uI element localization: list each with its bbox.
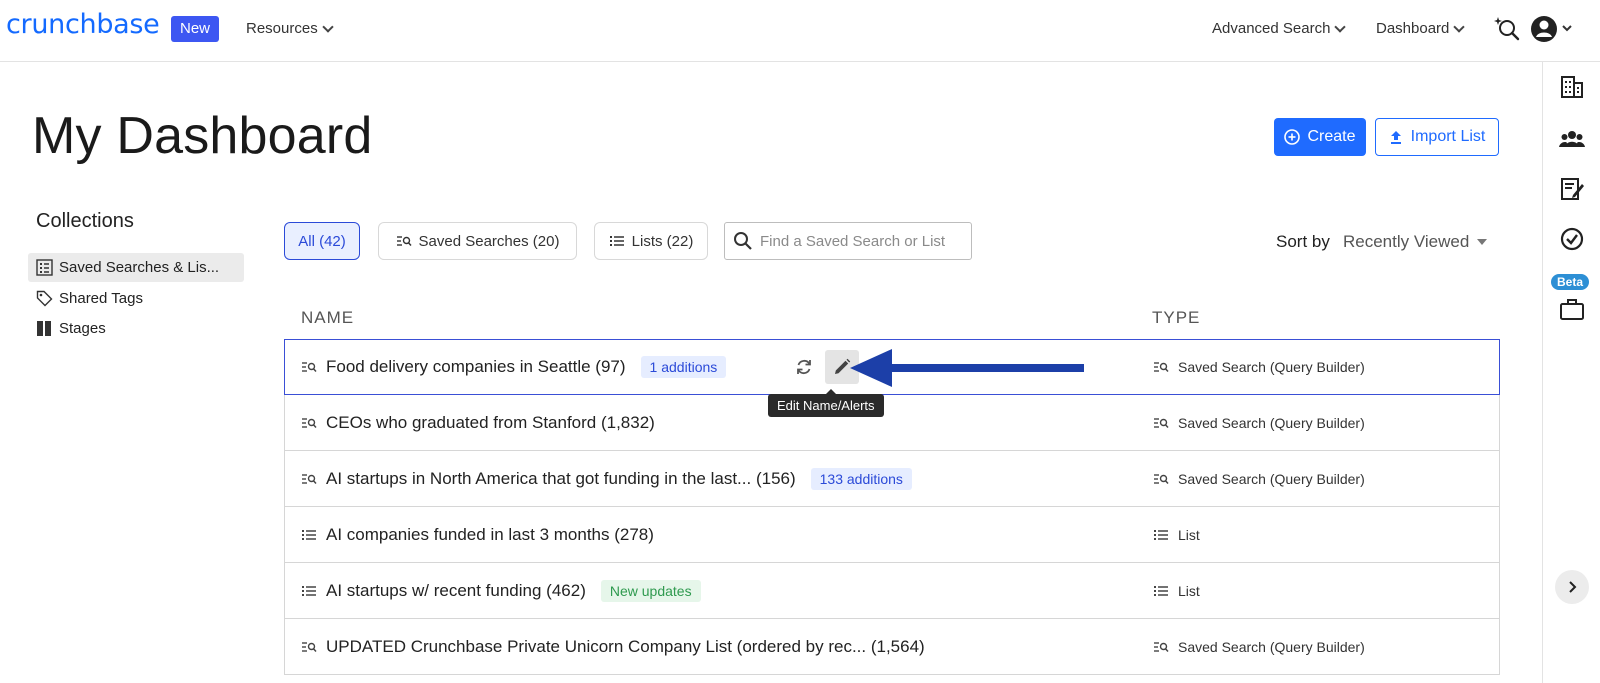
saved-search-icon [396, 236, 412, 247]
find-saved-search-input[interactable] [760, 232, 960, 250]
refresh-button[interactable] [787, 350, 821, 384]
chevron-down-icon [322, 20, 334, 33]
saved-search-icon [302, 417, 317, 428]
sort-by-label: Sort by [1276, 232, 1330, 251]
column-header-name[interactable]: NAME [301, 308, 354, 328]
list-box-icon [36, 259, 53, 276]
search-icon [734, 232, 752, 250]
additions-badge: 133 additions [810, 467, 912, 490]
briefcase-icon[interactable] [1559, 296, 1585, 322]
ai-search-icon[interactable] [1492, 14, 1520, 47]
saved-search-icon [1154, 641, 1169, 652]
resources-label: Resources [246, 20, 318, 37]
table-row[interactable]: AI startups w/ recent funding (462) New … [284, 563, 1500, 619]
list-icon [609, 236, 624, 246]
table-row[interactable]: AI startups in North America that got fu… [284, 451, 1500, 507]
collection-label: Stages [59, 320, 106, 337]
filter-all-label: All (42) [298, 232, 346, 250]
chevron-down-icon [1334, 20, 1347, 33]
building-icon[interactable] [1559, 74, 1585, 100]
top-navigation-bar: crunchbase New Resources Advanced Search… [0, 0, 1600, 62]
collections-title: Collections [36, 210, 134, 232]
beta-badge: Beta [1551, 274, 1590, 290]
edit-name-alerts-tooltip: Edit Name/Alerts [768, 389, 884, 417]
additions-badge: 1 additions [640, 356, 727, 378]
collection-label: Shared Tags [59, 290, 143, 307]
table-row[interactable]: CEOs who graduated from Stanford (1,832)… [284, 395, 1500, 451]
filter-lists-chip[interactable]: Lists (22) [594, 222, 708, 260]
filter-lists-label: Lists (22) [631, 232, 694, 250]
dashboard-menu[interactable]: Dashboard [1376, 20, 1466, 37]
filter-all-chip[interactable]: All (42) [284, 222, 360, 260]
row-type-label: List [1178, 526, 1200, 543]
collection-stages[interactable]: Stages [28, 314, 244, 343]
saved-search-icon [1154, 362, 1169, 373]
advanced-search-menu[interactable]: Advanced Search [1212, 20, 1347, 37]
table-row[interactable]: AI companies funded in last 3 months (27… [284, 507, 1500, 563]
import-list-label: Import List [1410, 128, 1486, 145]
row-type-label: Saved Search (Query Builder) [1178, 414, 1365, 431]
row-name-link[interactable]: AI companies funded in last 3 months (27… [326, 525, 654, 545]
table-row[interactable]: UPDATED Crunchbase Private Unicorn Compa… [284, 619, 1500, 675]
import-list-button[interactable]: Import List [1375, 118, 1499, 156]
saved-search-icon [1154, 417, 1169, 428]
filter-saved-searches-chip[interactable]: Saved Searches (20) [378, 222, 577, 260]
chevron-right-icon [1569, 581, 1577, 593]
caret-down-icon [1477, 239, 1488, 245]
expand-rail-button[interactable] [1555, 570, 1589, 604]
row-name-link[interactable]: AI startups in North America that got fu… [326, 469, 796, 489]
resources-menu[interactable]: Resources [246, 20, 334, 37]
row-type-label: Saved Search (Query Builder) [1178, 638, 1365, 655]
column-header-type[interactable]: TYPE [1152, 308, 1200, 328]
find-saved-search-field[interactable] [724, 222, 972, 260]
list-icon [1154, 529, 1168, 540]
row-name-link[interactable]: Food delivery companies in Seattle (97) [326, 357, 626, 377]
sort-value: Recently Viewed [1343, 232, 1470, 251]
list-icon [1154, 585, 1168, 596]
right-side-rail: Beta [1542, 62, 1600, 683]
list-icon [302, 585, 316, 596]
row-name-link[interactable]: AI startups w/ recent funding (462) [326, 581, 586, 601]
notes-edit-icon[interactable] [1559, 176, 1585, 202]
saved-search-icon [302, 362, 317, 373]
people-icon[interactable] [1559, 126, 1585, 152]
row-type-label: Saved Search (Query Builder) [1178, 470, 1365, 487]
crunchbase-logo[interactable]: crunchbase [6, 9, 160, 40]
new-badge[interactable]: New [171, 16, 220, 42]
user-account-menu[interactable] [1530, 14, 1576, 49]
upload-icon [1390, 131, 1401, 144]
filter-saved-searches-label: Saved Searches (20) [418, 232, 560, 250]
annotation-arrow-icon [850, 349, 1084, 387]
plus-circle-icon [1284, 129, 1301, 145]
check-circle-icon[interactable] [1559, 226, 1585, 252]
row-type-label: List [1178, 582, 1200, 599]
create-button[interactable]: Create [1274, 118, 1366, 156]
refresh-icon [797, 359, 811, 375]
create-label: Create [1307, 128, 1356, 145]
page-title: My Dashboard [32, 107, 373, 165]
chevron-down-icon [1453, 20, 1466, 33]
saved-search-icon [302, 473, 317, 484]
advanced-search-label: Advanced Search [1212, 20, 1331, 37]
sort-dropdown[interactable]: Recently Viewed [1343, 232, 1488, 252]
tag-icon [36, 290, 53, 307]
collection-saved-searches-lists[interactable]: Saved Searches & Lis... [28, 253, 244, 282]
saved-search-icon [302, 641, 317, 652]
row-name-link[interactable]: UPDATED Crunchbase Private Unicorn Compa… [326, 637, 925, 657]
dashboard-label: Dashboard [1376, 20, 1450, 37]
saved-search-icon [1154, 473, 1169, 484]
collection-shared-tags[interactable]: Shared Tags [28, 284, 244, 313]
row-name-link[interactable]: CEOs who graduated from Stanford (1,832) [326, 413, 655, 433]
collection-label: Saved Searches & Lis... [59, 259, 220, 276]
list-icon [302, 529, 316, 540]
new-updates-badge: New updates [600, 579, 701, 602]
row-type-label: Saved Search (Query Builder) [1178, 359, 1365, 375]
stages-columns-icon [37, 321, 51, 336]
